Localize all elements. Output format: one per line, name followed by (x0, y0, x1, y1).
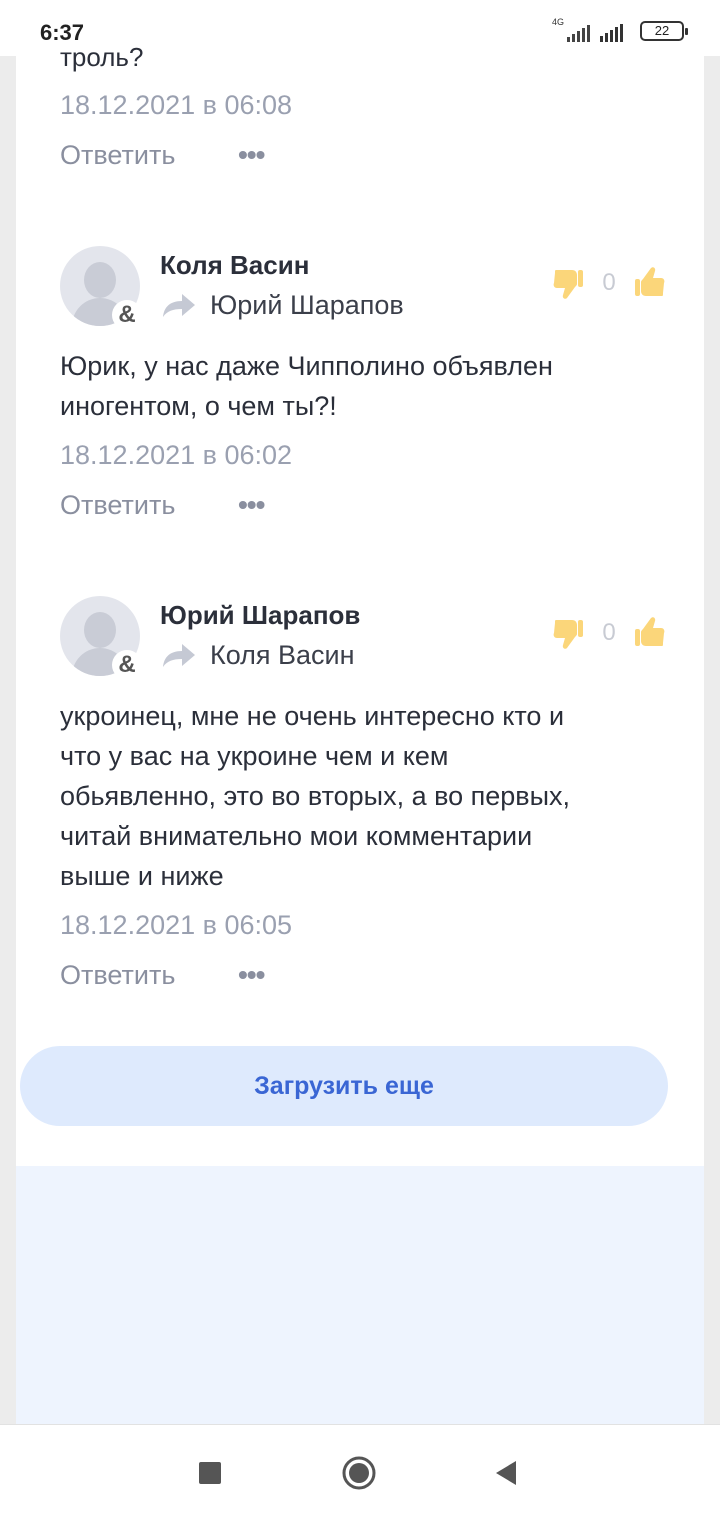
comment-date: 18.12.2021 в 06:05 (60, 910, 293, 940)
thumb-down-icon[interactable] (552, 266, 584, 300)
more-options-button[interactable]: ••• (238, 489, 265, 521)
comment-line: иногентом, о чем ты?! (60, 391, 337, 421)
comment-author[interactable]: Юрий Шарапов (160, 600, 360, 631)
comments-section: троль? 18.12.2021 в 06:08 Ответить ••• &… (16, 42, 704, 1166)
comment-line: читай внимательно мои комментарии (60, 821, 533, 851)
reply-button[interactable]: Ответить (60, 960, 175, 991)
battery-level: 22 (654, 23, 670, 38)
thumb-up-icon[interactable] (634, 616, 666, 650)
cellular-signal-icon (600, 20, 630, 42)
comment-line: Юрик, у нас даже Чипполино объявлен (60, 351, 553, 381)
vote-count: 0 (602, 269, 616, 296)
comment-line: что у вас на укроине чем и кем (60, 741, 449, 771)
home-circle-icon[interactable] (341, 1455, 377, 1491)
cellular-4g-icon: 4G (552, 17, 590, 42)
navigation-bar (0, 1424, 720, 1520)
comment-text: укроинец, мне не очень интересно кто и ч… (60, 696, 680, 896)
load-more-button[interactable]: Загрузить еще (20, 1046, 668, 1126)
comment-author[interactable]: Коля Васин (160, 250, 309, 281)
comment-line: выше и ниже (60, 861, 224, 891)
comment-text: Юрик, у нас даже Чипполино объявлен иног… (60, 346, 680, 426)
comment-date: 18.12.2021 в 06:08 (60, 90, 293, 120)
ampersand-badge-icon: & (112, 300, 142, 330)
reply-arrow-icon (163, 294, 195, 317)
back-triangle-icon[interactable] (494, 1459, 518, 1487)
more-options-button[interactable]: ••• (238, 959, 265, 991)
comment-line: укроинец, мне не очень интересно кто и (60, 701, 565, 731)
reply-arrow-icon (163, 644, 195, 667)
recents-square-icon[interactable] (198, 1461, 222, 1485)
reply-button[interactable]: Ответить (60, 140, 175, 171)
thumb-down-icon[interactable] (552, 616, 584, 650)
network-type-label: 4G (552, 17, 565, 27)
vote-controls: 0 (552, 616, 666, 650)
reply-to-author[interactable]: Юрий Шарапов (210, 290, 404, 321)
vote-controls: 0 (552, 266, 666, 300)
reply-to-author[interactable]: Коля Васин (210, 640, 355, 671)
comment-date: 18.12.2021 в 06:02 (60, 440, 293, 470)
battery-icon: 22 (640, 21, 688, 41)
vote-count: 0 (602, 619, 616, 646)
more-options-button[interactable]: ••• (238, 139, 265, 171)
footer-panel (16, 1166, 704, 1424)
thumb-up-icon[interactable] (634, 266, 666, 300)
reply-button[interactable]: Ответить (60, 490, 175, 521)
comment-text: троль? (60, 42, 144, 72)
ampersand-badge-icon: & (112, 650, 142, 680)
comment-line: обьявленно, это во вторых, а во первых, (60, 781, 571, 811)
status-icons: 4G 22 (552, 17, 688, 42)
